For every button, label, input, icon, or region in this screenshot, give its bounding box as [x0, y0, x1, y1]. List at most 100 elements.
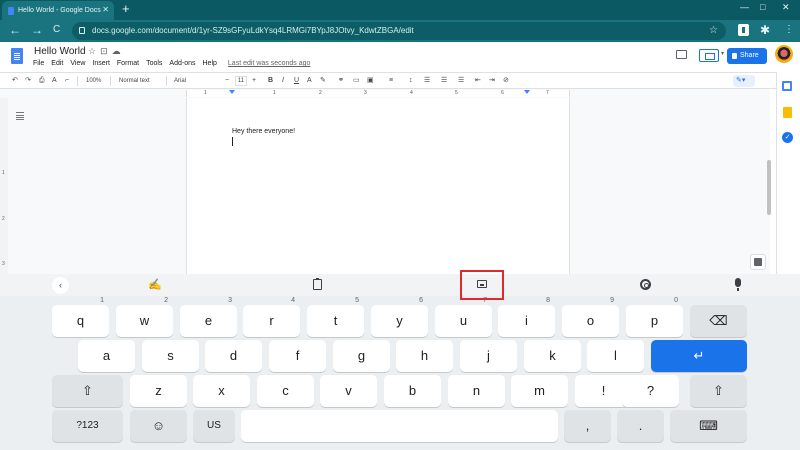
present-button[interactable]: [699, 49, 719, 62]
minimize-button[interactable]: —: [740, 2, 749, 12]
menu-tools[interactable]: Tools: [146, 60, 162, 67]
handwriting-icon[interactable]: ✍: [148, 278, 162, 291]
menu-help[interactable]: Help: [203, 60, 217, 67]
comment-history-icon[interactable]: [676, 50, 687, 59]
keep-icon[interactable]: [783, 107, 792, 118]
extension-icon[interactable]: [738, 24, 749, 36]
print-icon[interactable]: ⎙: [39, 76, 45, 86]
close-tab-icon[interactable]: ✕: [102, 5, 109, 14]
avatar[interactable]: [775, 45, 793, 63]
present-dropdown-icon[interactable]: ▾: [721, 50, 724, 57]
zoom-select[interactable]: 100%: [86, 76, 101, 86]
hide-keyboard-key[interactable]: ⌨: [670, 410, 747, 442]
document-page[interactable]: [186, 98, 570, 274]
keyboard-settings-icon[interactable]: [640, 279, 651, 290]
key-r[interactable]: r4: [243, 297, 300, 337]
spellcheck-icon[interactable]: A: [52, 76, 57, 86]
decrease-font-size-icon[interactable]: −: [225, 76, 229, 86]
forward-button[interactable]: →: [31, 23, 43, 37]
underline-icon[interactable]: U: [294, 76, 299, 86]
symbols-key[interactable]: ?123: [52, 410, 123, 442]
key-l[interactable]: l: [587, 340, 644, 372]
enter-key[interactable]: ↵: [651, 340, 747, 372]
font-select[interactable]: Arial: [174, 76, 186, 86]
browser-tab[interactable]: Hello World - Google Docs ✕: [2, 1, 114, 20]
back-button[interactable]: ←: [9, 23, 21, 37]
key-g[interactable]: g: [333, 340, 390, 372]
key-y[interactable]: y6: [371, 297, 428, 337]
key-f[interactable]: f: [269, 340, 326, 372]
menu-edit[interactable]: Edit: [51, 60, 63, 67]
key-c[interactable]: c: [257, 375, 314, 407]
clear-formatting-icon[interactable]: ⊘: [503, 76, 509, 86]
key-m[interactable]: m: [511, 375, 568, 407]
key-question[interactable]: ?: [622, 375, 679, 407]
backspace-key[interactable]: ⌫: [690, 305, 747, 337]
spacebar-key[interactable]: [241, 410, 558, 442]
key-u[interactable]: u7: [435, 297, 492, 337]
document-body-text[interactable]: Hey there everyone!: [232, 128, 295, 135]
key-e[interactable]: e3: [180, 297, 237, 337]
key-period[interactable]: .: [617, 410, 664, 442]
menu-addons[interactable]: Add-ons: [169, 60, 195, 67]
italic-icon[interactable]: I: [282, 76, 284, 86]
add-comment-icon[interactable]: ▭: [353, 76, 360, 86]
docs-logo-icon[interactable]: [11, 48, 23, 64]
keyboard-back-icon[interactable]: ‹: [52, 277, 69, 294]
menu-format[interactable]: Format: [117, 60, 139, 67]
key-n[interactable]: n: [448, 375, 505, 407]
right-indent-marker-icon[interactable]: [524, 90, 530, 94]
key-d[interactable]: d: [205, 340, 262, 372]
last-edit-link[interactable]: Last edit was seconds ago: [228, 60, 311, 67]
share-button[interactable]: Share: [727, 48, 767, 64]
insert-link-icon[interactable]: ⚭: [338, 76, 344, 86]
maximize-button[interactable]: □: [760, 2, 765, 12]
key-k[interactable]: k: [524, 340, 581, 372]
language-key[interactable]: US: [193, 410, 235, 442]
left-shift-key[interactable]: ⇧: [52, 375, 123, 407]
key-a[interactable]: a: [78, 340, 135, 372]
numbered-list-icon[interactable]: ☰: [458, 76, 464, 86]
key-s[interactable]: s: [142, 340, 199, 372]
decrease-indent-icon[interactable]: ⇤: [475, 76, 481, 86]
bold-icon[interactable]: B: [268, 76, 273, 86]
bulleted-list-icon[interactable]: ☰: [441, 76, 447, 86]
vertical-scrollbar[interactable]: [767, 160, 771, 215]
undo-icon[interactable]: ↶: [12, 76, 18, 86]
emoji-key[interactable]: ☺: [130, 410, 187, 442]
close-window-button[interactable]: ✕: [782, 2, 790, 13]
browser-menu-icon[interactable]: ⋮: [784, 24, 794, 35]
align-icon[interactable]: ≡: [389, 76, 393, 86]
font-size-input[interactable]: 11: [235, 76, 247, 86]
document-outline-icon[interactable]: [16, 112, 24, 120]
key-z[interactable]: z: [130, 375, 187, 407]
line-spacing-icon[interactable]: ↕: [409, 76, 413, 86]
floating-keyboard-icon[interactable]: [477, 280, 487, 288]
key-w[interactable]: w2: [116, 297, 173, 337]
key-j[interactable]: j: [460, 340, 517, 372]
title-actions-icon[interactable]: ☆⊡☁: [88, 46, 125, 57]
highlight-color-icon[interactable]: ✎: [320, 76, 326, 86]
explore-button[interactable]: [750, 254, 766, 270]
increase-font-size-icon[interactable]: +: [252, 76, 256, 86]
key-h[interactable]: h: [396, 340, 453, 372]
insert-image-icon[interactable]: ▣: [367, 76, 374, 86]
clipboard-icon[interactable]: [313, 278, 322, 290]
key-x[interactable]: x: [193, 375, 250, 407]
redo-icon[interactable]: ↷: [25, 76, 31, 86]
key-p[interactable]: p0: [626, 297, 683, 337]
tasks-icon[interactable]: ✓: [782, 132, 793, 143]
style-select[interactable]: Normal text: [119, 76, 150, 86]
menu-file[interactable]: File: [33, 60, 44, 67]
right-shift-key[interactable]: ⇧: [690, 375, 747, 407]
document-title[interactable]: Hello World: [34, 46, 86, 57]
increase-indent-icon[interactable]: ⇥: [489, 76, 495, 86]
url-bar[interactable]: docs.google.com/document/d/1yr-SZ9sGFyuL…: [72, 22, 726, 40]
key-comma[interactable]: ,: [564, 410, 611, 442]
key-o[interactable]: o9: [562, 297, 619, 337]
text-color-icon[interactable]: A: [307, 76, 312, 86]
key-v[interactable]: v: [320, 375, 377, 407]
menu-insert[interactable]: Insert: [92, 60, 110, 67]
key-t[interactable]: t5: [307, 297, 364, 337]
new-tab-button[interactable]: +: [122, 1, 130, 17]
